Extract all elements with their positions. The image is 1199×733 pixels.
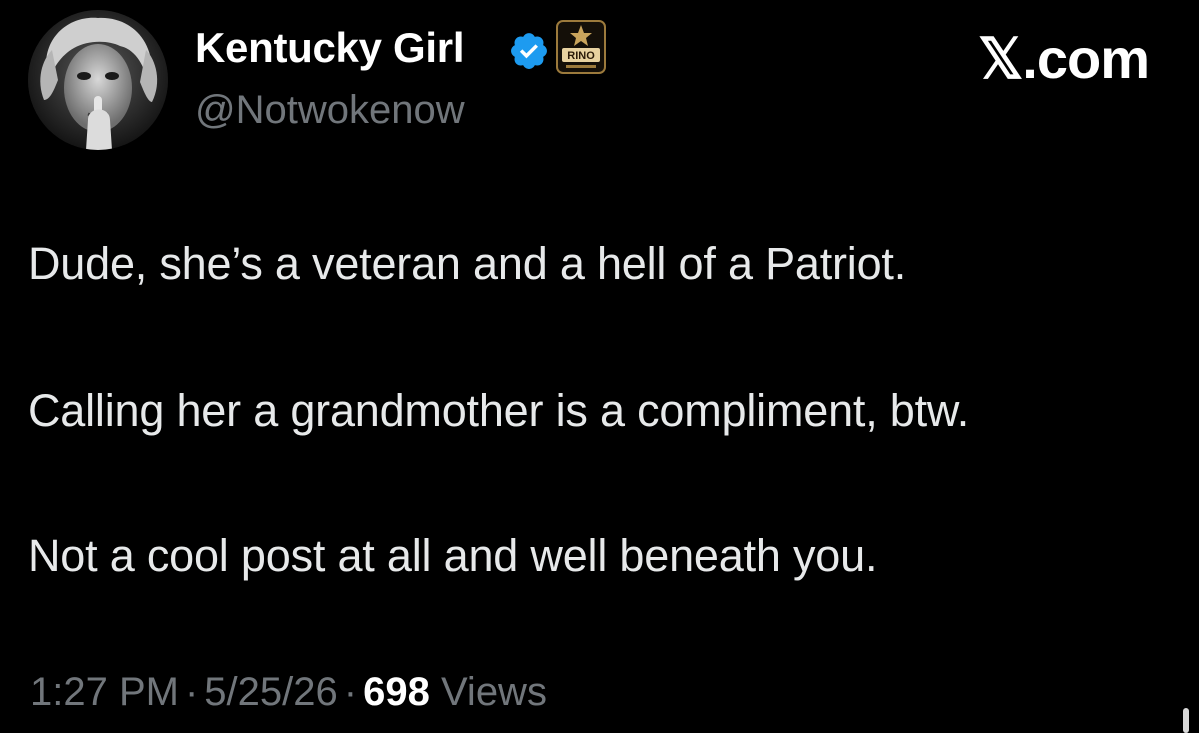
views-count[interactable]: 698 xyxy=(363,670,430,714)
verified-checkmark-icon xyxy=(511,33,547,69)
profile-photo-icon xyxy=(28,10,168,150)
tweet-text-line-3: Not a cool post at all and well beneath … xyxy=(28,530,878,581)
author-handle[interactable]: @Notwokenow xyxy=(195,88,465,133)
rino-badge-label: RINO xyxy=(567,50,595,62)
tweet-meta: 1:27 PM · 5/25/26 · 698 Views xyxy=(30,670,547,715)
tweet-text-line-2: Calling her a grandmother is a complimen… xyxy=(28,385,970,436)
rino-badge-icon: RINO xyxy=(556,20,606,74)
meta-separator: · xyxy=(343,670,358,714)
tweet: Kentucky Girl RINO @Notwokenow 𝕏.com Dud… xyxy=(0,0,1199,733)
source-label: 𝕏.com xyxy=(978,27,1150,90)
tweet-time[interactable]: 1:27 PM xyxy=(30,670,179,714)
author-display-name[interactable]: Kentucky Girl xyxy=(195,24,464,72)
tweet-date[interactable]: 5/25/26 xyxy=(204,670,337,714)
tweet-text-line-1: Dude, she’s a veteran and a hell of a Pa… xyxy=(28,238,907,289)
views-label: Views xyxy=(440,670,547,714)
avatar[interactable] xyxy=(28,10,168,150)
meta-separator: · xyxy=(184,670,199,714)
scrollbar-thumb[interactable] xyxy=(1183,708,1189,733)
